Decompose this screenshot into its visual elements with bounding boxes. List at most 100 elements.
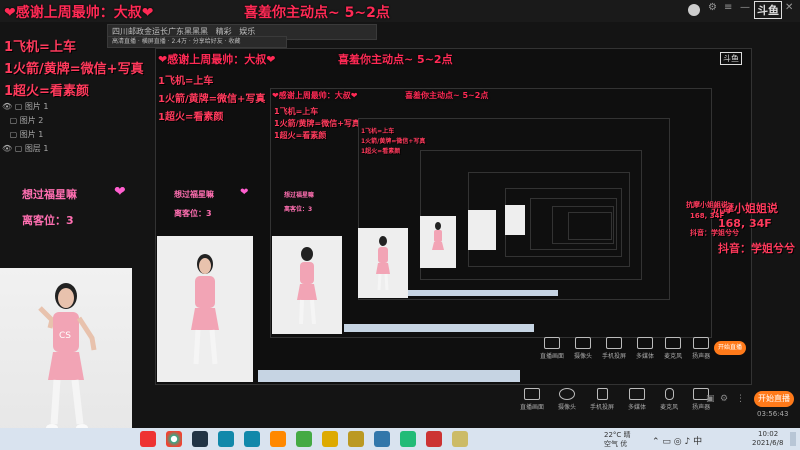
nested-note-2: 1火箭/黄牌=微信+写真 bbox=[158, 94, 266, 105]
nested2-wish: 想过福星嘛 bbox=[284, 192, 315, 199]
nested2-banner-left: ❤感谢上周最帅：大叔❤ bbox=[272, 91, 358, 100]
model-figure-illustration: CS bbox=[38, 283, 97, 432]
model-figure-illustration-2 bbox=[191, 254, 219, 365]
nested-banner-right: 喜羞你主动点~ 5~2点 bbox=[338, 53, 453, 66]
camera-button[interactable]: 摄像头 bbox=[558, 388, 576, 411]
layer-panel: 👁 ▢ 图片 1 ▢ 图片 2 ▢ 图片 1 👁 ▢ 图层 1 bbox=[2, 100, 100, 160]
room-title: 四川邮政金运长广东黑黑黑 bbox=[112, 27, 208, 36]
banner-left: ❤感谢上周最帅：大叔❤ bbox=[4, 5, 154, 21]
lol-icon[interactable] bbox=[348, 431, 364, 447]
note-line2: 1火箭/黄牌=微信+写真 bbox=[4, 62, 144, 77]
steam-icon[interactable] bbox=[192, 431, 208, 447]
nested-toolbar-item[interactable]: 麦克风 bbox=[664, 337, 682, 360]
layer-row[interactable]: 👁 ▢ 图片 1 bbox=[2, 100, 100, 114]
info-small-1: 抗摩小姐姐说 bbox=[686, 201, 728, 209]
live-timer: 03:56:43 bbox=[757, 410, 789, 418]
nested-preview-9 bbox=[568, 212, 612, 240]
media-button[interactable]: 多媒体 bbox=[628, 388, 646, 411]
nested-note-3: 1超火=看素颜 bbox=[158, 112, 224, 123]
start-live-button[interactable]: 开始直播 bbox=[754, 391, 794, 407]
nested3-note-2: 1火箭/黄牌=微信+写真 bbox=[361, 138, 426, 145]
camera-icon bbox=[559, 388, 576, 400]
nested-toolbar-item[interactable]: 直播画面 bbox=[540, 337, 564, 360]
phone-cast-button[interactable]: 手机投屏 bbox=[590, 388, 614, 411]
tab-yule[interactable]: 娱乐 bbox=[239, 27, 255, 36]
nested3-note-1: 1飞机=上车 bbox=[361, 128, 395, 135]
nested-seat: 离客位：3 bbox=[174, 209, 212, 218]
screen-button[interactable]: 直播画面 bbox=[520, 388, 544, 411]
layer-row[interactable]: 👁 ▢ 图层 1 bbox=[2, 142, 100, 156]
record-icon[interactable]: ▣ bbox=[706, 394, 715, 404]
nested-toolbar-item[interactable]: 手机投屏 bbox=[602, 337, 626, 360]
minimize-button[interactable]: — bbox=[740, 2, 750, 13]
info-small-3: 抖音：学姐兮兮 bbox=[690, 229, 739, 237]
heart-icon: ❤ bbox=[114, 184, 126, 200]
model-figure-illustration-3 bbox=[297, 247, 317, 325]
clock-time: 10:02 bbox=[758, 430, 779, 438]
nested-toolbar-item[interactable]: 摄像头 bbox=[574, 337, 592, 360]
wish-text: 想过福星嘛 bbox=[22, 188, 77, 201]
nested-toolbar-item[interactable]: 扬声器 bbox=[692, 337, 710, 360]
mic-button[interactable]: 麦克风 bbox=[660, 388, 678, 411]
app-red-icon[interactable] bbox=[426, 431, 442, 447]
tab-jingcai[interactable]: 精彩 bbox=[216, 27, 232, 36]
taskbar: 22°C 晴 空气 优 ⌃ ▭ ◎ ♪ 中 10:02 2021/6/8 bbox=[0, 428, 800, 450]
nested-taskbar-3 bbox=[408, 290, 558, 296]
nested-toolbar-item[interactable]: 多媒体 bbox=[636, 337, 654, 360]
app-lol2-icon[interactable] bbox=[374, 431, 390, 447]
nested3-note-3: 1超火=看素颜 bbox=[361, 148, 401, 155]
app-folder-icon[interactable] bbox=[452, 431, 468, 447]
nested2-banner-right: 喜羞你主动点~ 5~2点 bbox=[405, 91, 489, 100]
weather-sub: 空气 优 bbox=[604, 440, 628, 448]
settings-small-icon[interactable]: ⚙ bbox=[720, 394, 728, 404]
menu-icon[interactable]: ≡ bbox=[724, 2, 732, 13]
nested2-seat: 离客位：3 bbox=[284, 206, 313, 213]
layer-row[interactable]: ▢ 图片 2 bbox=[2, 114, 100, 128]
layer-row[interactable]: ▢ 图片 1 bbox=[2, 128, 100, 142]
nested-note-1: 1飞机=上车 bbox=[158, 76, 214, 87]
screen-icon bbox=[524, 388, 540, 400]
model-photo-6 bbox=[468, 210, 496, 250]
model-photo-2 bbox=[157, 236, 253, 382]
nested-start-live-button[interactable]: 开始直播 bbox=[714, 341, 746, 355]
nested2-note-2: 1火箭/黄牌=微信+写真 bbox=[274, 119, 360, 128]
note-line1: 1飞机=上车 bbox=[4, 40, 76, 55]
app-gem-icon[interactable] bbox=[400, 431, 416, 447]
bottom-toolbar: 直播画面 摄像头 手机投屏 多媒体 麦克风 扬声器 bbox=[520, 388, 710, 411]
show-desktop-button[interactable] bbox=[790, 432, 796, 446]
app-yellow-icon[interactable] bbox=[322, 431, 338, 447]
netease-music-icon[interactable] bbox=[140, 431, 156, 447]
mic-icon bbox=[664, 388, 674, 400]
banner-right: 喜羞你主动点~ 5~2点 bbox=[244, 5, 390, 21]
model-figure-illustration-4 bbox=[376, 236, 390, 291]
media-icon bbox=[629, 388, 646, 400]
model-photo-3 bbox=[272, 236, 342, 334]
note-line3: 1超火=看素颜 bbox=[4, 84, 89, 99]
avatar[interactable] bbox=[688, 4, 700, 16]
nested-logo: 斗鱼 bbox=[720, 52, 742, 65]
nested-taskbar-2 bbox=[344, 324, 534, 332]
info-line3: 抖音：学姐兮兮 bbox=[718, 242, 795, 255]
model-photo-4 bbox=[358, 228, 408, 298]
info-small-2: 168, 34F bbox=[690, 212, 725, 220]
settings-icon[interactable]: ⚙ bbox=[708, 2, 717, 13]
chrome-icon[interactable] bbox=[166, 431, 182, 447]
model-photo-main: CS bbox=[0, 268, 132, 450]
room-stats-row: 高清直播 · 横屏直播 · 2.4万 · 分享给好友 · 收藏 bbox=[107, 36, 287, 48]
player-icon[interactable] bbox=[296, 431, 312, 447]
close-button[interactable]: ✕ bbox=[785, 2, 793, 13]
nested-taskbar-1 bbox=[258, 370, 520, 382]
more-icon[interactable]: ⋮ bbox=[736, 394, 745, 404]
nested-toolbar: 直播画面 摄像头 手机投屏 多媒体 麦克风 扬声器 bbox=[540, 337, 710, 360]
nested-banner-left: ❤感谢上周最帅：大叔❤ bbox=[158, 53, 276, 66]
svg-text:CS: CS bbox=[59, 331, 71, 341]
tray-icons[interactable]: ⌃ ▭ ◎ ♪ 中 bbox=[652, 434, 702, 447]
model-photo-7 bbox=[505, 205, 525, 235]
help-icon[interactable] bbox=[270, 431, 286, 447]
app-logo: 斗鱼 bbox=[754, 1, 782, 19]
nested-wish: 想过福星嘛 bbox=[174, 190, 214, 199]
clock-date: 2021/6/8 bbox=[752, 439, 784, 447]
nested2-note-1: 1飞机=上车 bbox=[274, 107, 319, 116]
app-blue-icon[interactable] bbox=[218, 431, 234, 447]
app-k-icon[interactable] bbox=[244, 431, 260, 447]
